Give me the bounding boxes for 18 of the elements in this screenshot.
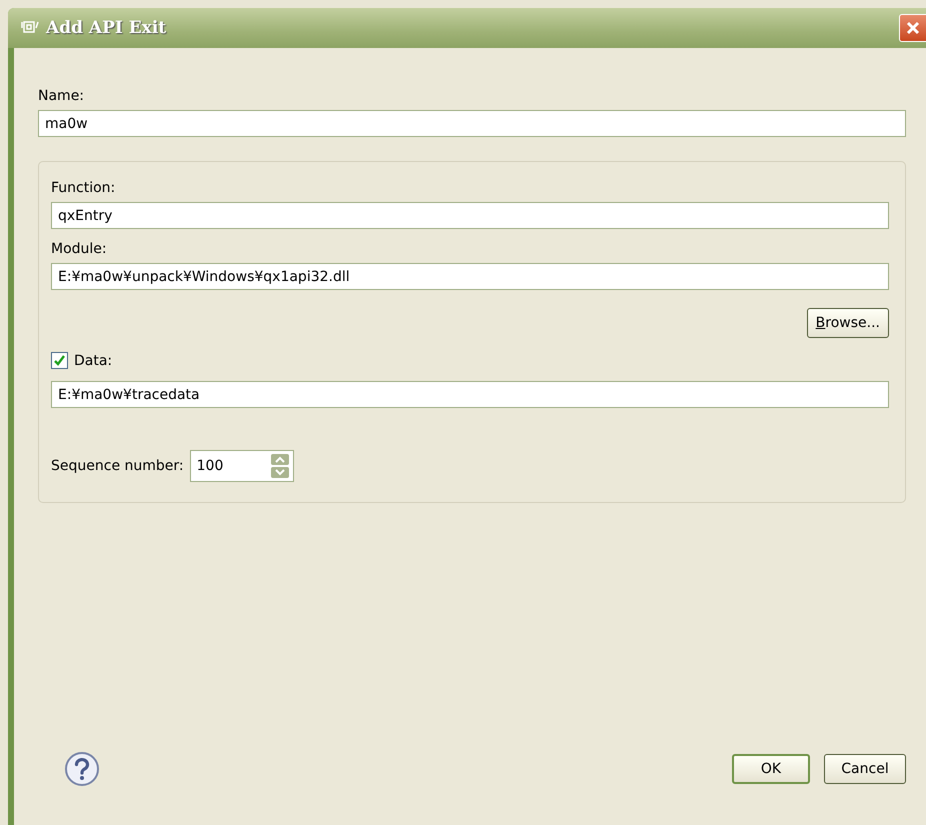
window-title: Add API Exit	[46, 18, 166, 38]
function-label: Function:	[51, 180, 116, 196]
data-field[interactable]: E:¥ma0w¥tracedata	[51, 381, 889, 408]
browse-button[interactable]: Browse...	[806, 308, 889, 338]
window-icon	[20, 20, 40, 36]
name-field[interactable]: ma0w	[38, 110, 906, 137]
cancel-button[interactable]: Cancel	[824, 754, 906, 784]
data-checkbox[interactable]	[51, 352, 68, 369]
ok-button[interactable]: OK	[732, 754, 810, 784]
data-label: Data:	[74, 352, 112, 368]
close-icon	[906, 21, 920, 35]
help-icon[interactable]	[64, 751, 100, 787]
sequence-label: Sequence number:	[51, 458, 184, 474]
module-field[interactable]: E:¥ma0w¥unpack¥Windows¥qx1api32.dll	[51, 263, 889, 290]
close-button[interactable]	[899, 14, 926, 42]
name-label: Name:	[38, 88, 86, 104]
function-field[interactable]: qxEntry	[51, 202, 889, 229]
module-label: Module:	[51, 241, 108, 257]
